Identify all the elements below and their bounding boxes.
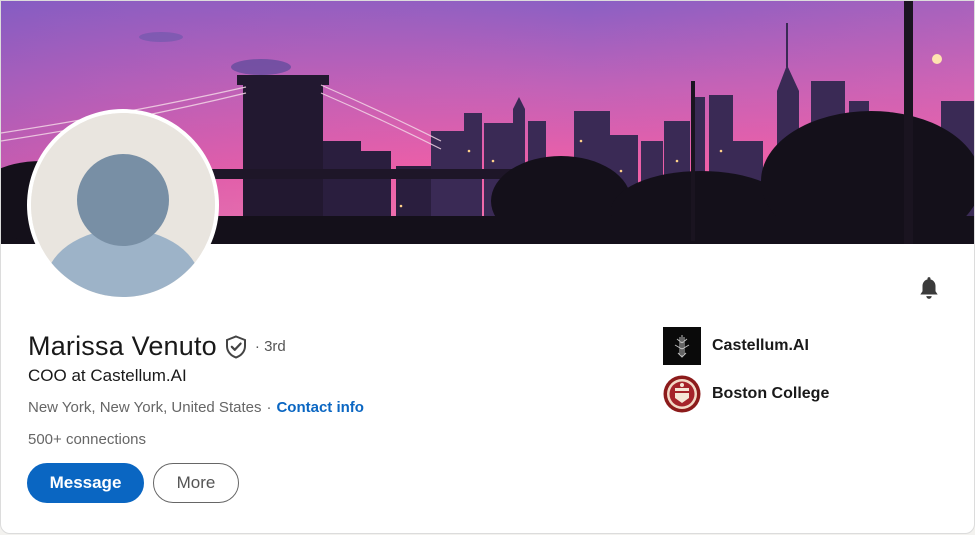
message-button[interactable]: Message bbox=[27, 463, 144, 503]
profile-name: Marissa Venuto bbox=[28, 331, 217, 361]
company-name: Castellum.AI bbox=[712, 337, 809, 354]
current-company-link[interactable]: Castellum.AI bbox=[663, 327, 809, 365]
connections-count: 500+ connections bbox=[28, 431, 147, 448]
education-link[interactable]: Boston College bbox=[663, 375, 829, 413]
default-avatar-icon bbox=[31, 113, 215, 297]
connection-degree: · 3rd bbox=[254, 338, 286, 355]
more-button[interactable]: More bbox=[153, 463, 239, 503]
profile-card: Marissa Venuto · 3rd COO at Castellum.AI… bbox=[0, 0, 975, 534]
castellum-logo-icon bbox=[663, 327, 701, 365]
location-row: New York, New York, United States · Cont… bbox=[28, 399, 364, 416]
shield-check-icon[interactable] bbox=[225, 334, 247, 359]
school-name: Boston College bbox=[712, 385, 830, 402]
contact-info-link[interactable]: Contact info bbox=[276, 399, 364, 416]
profile-location: New York, New York, United States bbox=[28, 399, 262, 416]
bell-icon[interactable] bbox=[914, 273, 944, 303]
profile-headline: COO at Castellum.AI bbox=[28, 366, 187, 385]
boston-college-seal-icon bbox=[663, 375, 701, 413]
profile-photo[interactable] bbox=[27, 109, 219, 301]
separator: · bbox=[266, 399, 272, 416]
name-row: Marissa Venuto · 3rd bbox=[28, 331, 286, 362]
